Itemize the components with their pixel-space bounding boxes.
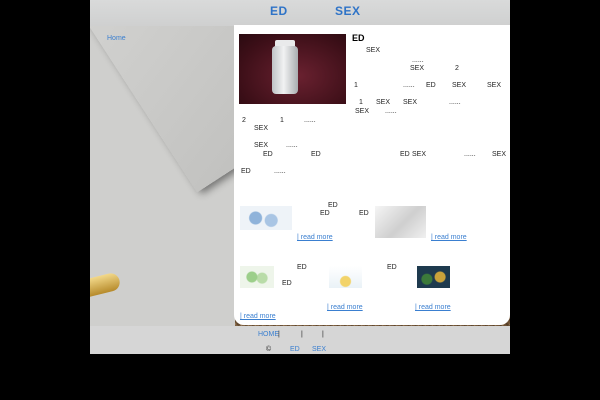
text-line-5c: SEX <box>403 99 418 106</box>
yellow-pill-thumbnail[interactable] <box>329 266 362 288</box>
text-line-3b: 2 <box>455 65 459 72</box>
text-line-7a: 2 <box>242 117 246 124</box>
pill-bottle-image <box>239 34 346 104</box>
text-line-6a: SEX <box>355 108 370 115</box>
capsules-thumbnail[interactable] <box>417 266 450 288</box>
text-line-9a: SEX <box>254 142 269 149</box>
product-4-read-more-link[interactable]: | read more <box>327 304 363 311</box>
site-header: ED SEX <box>90 0 510 26</box>
text-line-5b: SEX <box>376 99 391 106</box>
text-line-9b: ...... <box>286 142 298 149</box>
product-3-read-more-link[interactable]: | read more <box>240 313 276 320</box>
article-heading: ED <box>352 33 365 43</box>
text-line-7b: 1 <box>280 117 284 124</box>
text-line-4d: SEX <box>452 82 467 89</box>
product-1-label-a: ED <box>328 202 338 209</box>
text-line-10b: ED <box>311 151 321 158</box>
text-line-5a: 1 <box>359 99 363 106</box>
text-line-4b: ...... <box>403 82 415 89</box>
site-title-sex[interactable]: SEX <box>335 4 361 18</box>
bottle-body <box>272 46 298 94</box>
product-5-label: ED <box>387 264 397 271</box>
text-line-10a: ED <box>263 151 273 158</box>
product-1-label-c: ED <box>359 210 369 217</box>
product-3-label-a: ED <box>297 264 307 271</box>
text-line-11a: ED <box>241 168 251 175</box>
text-line-11b: ...... <box>274 168 286 175</box>
product-3-label-b: ED <box>282 280 292 287</box>
footer-separator-1: | <box>278 331 280 338</box>
text-line-7c: ...... <box>304 117 316 124</box>
text-line-8: SEX <box>254 125 269 132</box>
text-line-4e: SEX <box>487 82 502 89</box>
product-2-read-more-link[interactable]: | read more <box>431 234 467 241</box>
white-pills-thumbnail[interactable] <box>375 206 426 238</box>
text-line-4a: 1 <box>354 82 358 89</box>
green-pills-thumbnail[interactable] <box>240 266 274 288</box>
text-line-10c: ED <box>400 151 410 158</box>
blue-pills-thumbnail[interactable] <box>240 206 292 230</box>
copyright-symbol: © <box>266 346 272 353</box>
product-1-read-more-link[interactable]: | read more <box>297 234 333 241</box>
footer-brand-sex[interactable]: SEX <box>312 346 326 353</box>
text-line-5d: ...... <box>449 99 461 106</box>
text-line-10d: SEX <box>412 151 427 158</box>
text-line-10f: SEX <box>492 151 507 158</box>
content-panel: ED SEX ...... SEX 2 1 ...... ED SEX SEX … <box>234 25 510 325</box>
text-line-3a: SEX <box>410 65 425 72</box>
footer-home-link[interactable]: HOME <box>258 331 279 338</box>
footer-brand-ed[interactable]: ED <box>290 346 300 353</box>
text-line-4c: ED <box>426 82 436 89</box>
site-title-ed[interactable]: ED <box>270 4 288 18</box>
text-line-10e: ...... <box>464 151 476 158</box>
product-1-label-b: ED <box>320 210 330 217</box>
footer-separator-2: | <box>301 331 303 338</box>
text-line-2: ...... <box>412 57 424 64</box>
page-container: ED SEX Home ED SEX ...... SEX 2 1 ......… <box>90 0 510 400</box>
site-footer: HOME | | | © ED SEX <box>90 326 510 354</box>
nav-home-link[interactable]: Home <box>107 35 126 42</box>
text-line-6b: ...... <box>385 108 397 115</box>
product-5-read-more-link[interactable]: | read more <box>415 304 451 311</box>
footer-separator-3: | <box>322 331 324 338</box>
text-line-1: SEX <box>366 47 381 54</box>
